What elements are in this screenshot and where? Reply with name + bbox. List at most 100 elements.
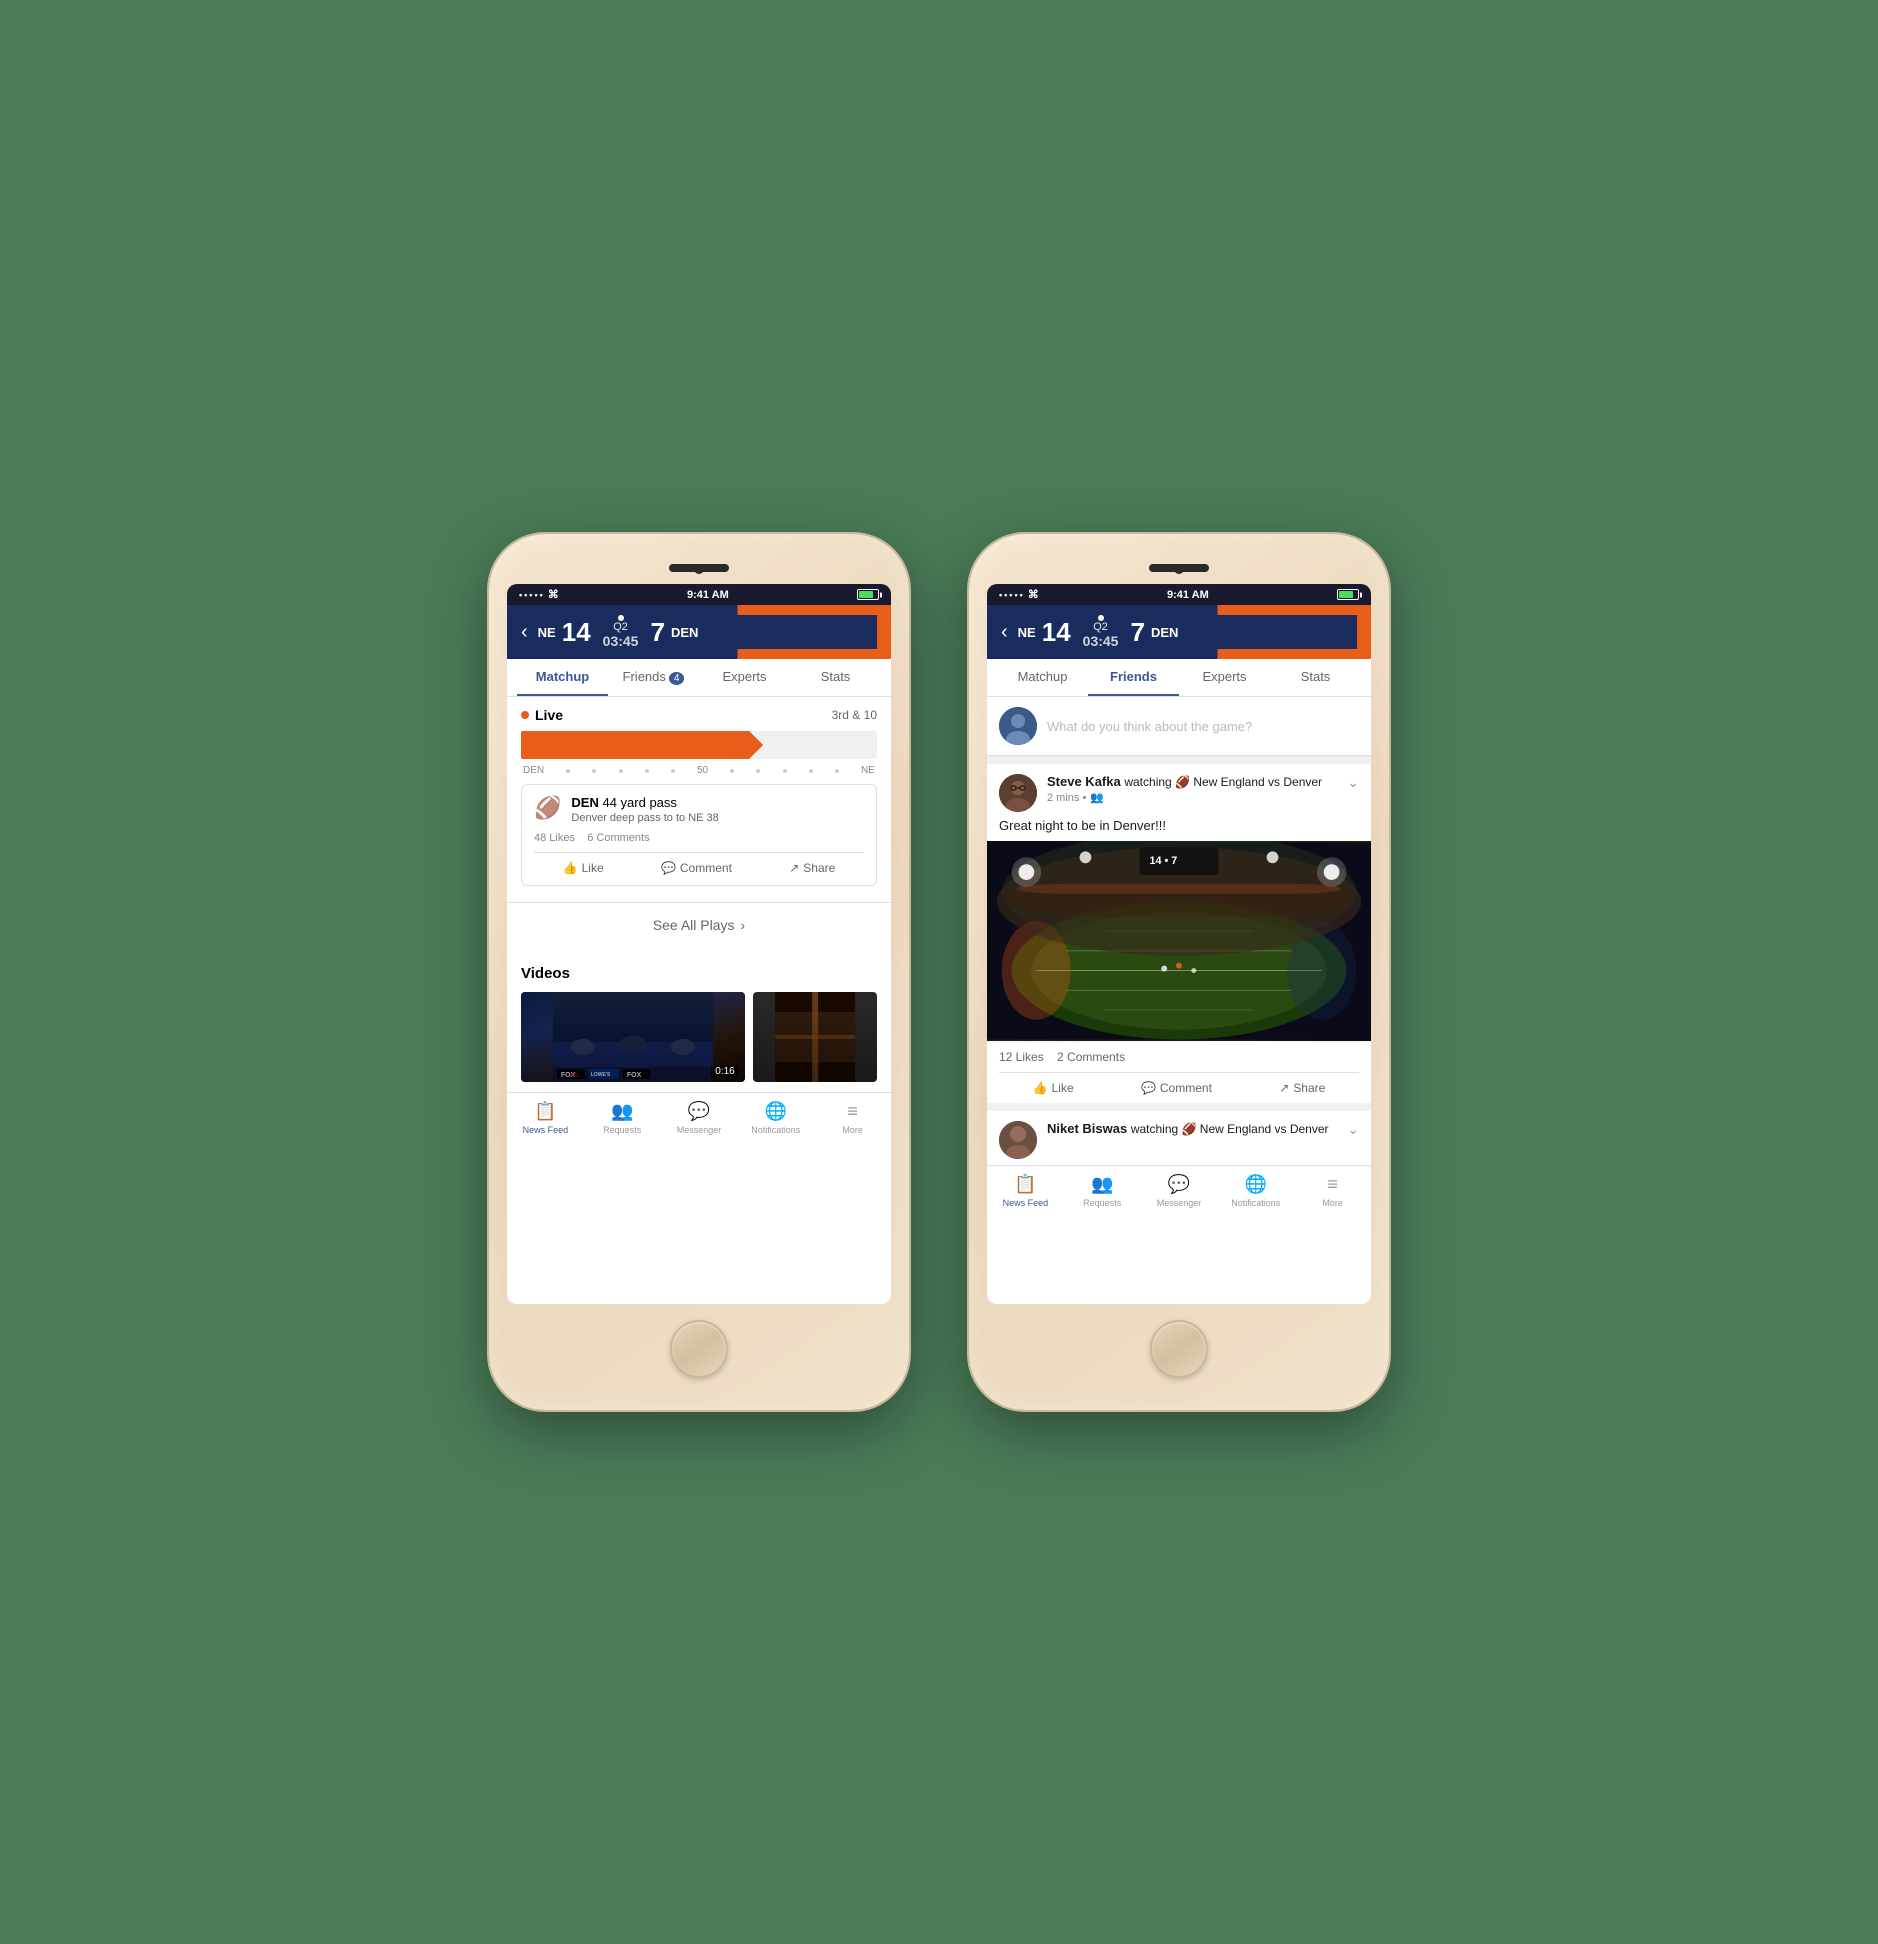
- left-nav-news-feed[interactable]: 📋 News Feed: [507, 1099, 584, 1137]
- left-live-label: Live: [521, 707, 563, 723]
- left-battery-area: [857, 589, 879, 600]
- left-progress-container: [521, 731, 877, 759]
- right-post-steve: Steve Kafka watching 🏈 New England vs De…: [987, 764, 1371, 1103]
- right-nav-more[interactable]: ≡ More: [1294, 1172, 1371, 1210]
- left-signal-area: ••••• ⌘: [519, 588, 559, 601]
- right-steve-image: 14 • 7: [987, 841, 1371, 1041]
- left-tabs: Matchup Friends4 Experts Stats: [507, 659, 891, 697]
- left-score-ne: 14: [562, 617, 591, 648]
- left-live-header: Live 3rd & 10: [521, 707, 877, 723]
- left-chevron-right-icon: ›: [741, 917, 746, 933]
- left-news-feed-icon: 📋: [534, 1101, 556, 1122]
- right-steve-share-button[interactable]: ↗ Share: [1279, 1081, 1325, 1095]
- left-tab-matchup[interactable]: Matchup: [517, 659, 608, 696]
- right-phone: ••••• ⌘ 9:41 AM ‹ NE 14: [969, 534, 1389, 1410]
- right-back-button[interactable]: ‹: [1001, 621, 1008, 644]
- left-phone-bottom: [507, 1304, 891, 1388]
- left-battery: [857, 589, 879, 600]
- left-back-button[interactable]: ‹: [521, 621, 528, 644]
- right-post-steve-header: Steve Kafka watching 🏈 New England vs De…: [987, 764, 1371, 818]
- left-nav-more[interactable]: ≡ More: [814, 1099, 891, 1137]
- right-battery-area: [1337, 589, 1359, 600]
- left-comment-button[interactable]: 💬 Comment: [661, 861, 732, 875]
- left-nav-notifications[interactable]: 🌐 Notifications: [737, 1099, 814, 1137]
- right-tab-friends[interactable]: Friends: [1088, 659, 1179, 696]
- right-steve-comment-button[interactable]: 💬 Comment: [1141, 1081, 1212, 1095]
- right-time: 9:41 AM: [1167, 589, 1209, 601]
- left-battery-fill: [859, 591, 873, 598]
- left-yard-markers: DEN 50 NE: [521, 765, 877, 776]
- left-videos-section: Videos: [507, 955, 891, 1092]
- left-notifications-label: Notifications: [751, 1125, 800, 1135]
- right-messenger-label: Messenger: [1157, 1198, 1202, 1208]
- left-tab-stats[interactable]: Stats: [790, 659, 881, 696]
- left-like-button[interactable]: 👍 Like: [563, 861, 604, 875]
- right-steve-actions: 👍 Like 💬 Comment ↗ Share: [999, 1072, 1359, 1095]
- left-score-left: NE 14 Q2 03:45 7 DEN: [538, 615, 877, 649]
- left-notifications-icon: 🌐: [765, 1101, 787, 1122]
- left-phone-top: [507, 556, 891, 584]
- right-requests-label: Requests: [1083, 1198, 1121, 1208]
- right-more-icon: ≡: [1327, 1174, 1338, 1195]
- right-notifications-label: Notifications: [1231, 1198, 1280, 1208]
- left-more-icon: ≡: [847, 1101, 858, 1122]
- right-nav-requests[interactable]: 👥 Requests: [1064, 1172, 1141, 1210]
- right-niket-avatar: [999, 1121, 1037, 1159]
- left-home-button[interactable]: [670, 1320, 728, 1378]
- right-nav-notifications[interactable]: 🌐 Notifications: [1217, 1172, 1294, 1210]
- left-news-feed-label: News Feed: [523, 1125, 569, 1135]
- left-requests-label: Requests: [603, 1125, 641, 1135]
- right-requests-icon: 👥: [1091, 1174, 1113, 1195]
- left-game-time: 03:45: [603, 633, 639, 649]
- right-phone-top: [987, 556, 1371, 584]
- right-signal-dots: •••••: [999, 590, 1025, 600]
- right-home-button[interactable]: [1150, 1320, 1208, 1378]
- right-steve-chevron-icon[interactable]: ⌄: [1347, 774, 1359, 791]
- right-niket-chevron-icon[interactable]: ⌄: [1347, 1121, 1359, 1138]
- right-wifi-icon: ⌘: [1028, 588, 1039, 601]
- right-bottom-nav: 📋 News Feed 👥 Requests 💬 Messenger 🌐 Not…: [987, 1165, 1371, 1216]
- right-steve-content: Great night to be in Denver!!!: [987, 818, 1371, 841]
- left-video-2[interactable]: [753, 992, 877, 1082]
- left-more-label: More: [842, 1125, 863, 1135]
- left-tab-friends[interactable]: Friends4: [608, 659, 699, 696]
- right-steve-footer: 12 Likes 2 Comments 👍 Like 💬: [987, 1041, 1371, 1103]
- right-tab-experts[interactable]: Experts: [1179, 659, 1270, 696]
- right-steve-meta: 2 mins 👥: [1047, 791, 1337, 804]
- right-team-ne: NE: [1018, 625, 1036, 640]
- left-video-1-duration: 0:16: [711, 1065, 738, 1078]
- right-news-feed-icon: 📋: [1014, 1174, 1036, 1195]
- left-tab-experts[interactable]: Experts: [699, 659, 790, 696]
- right-more-label: More: [1322, 1198, 1343, 1208]
- left-videos-title: Videos: [521, 965, 877, 982]
- left-see-all-plays[interactable]: See All Plays ›: [507, 902, 891, 947]
- left-share-button[interactable]: ↗ Share: [789, 861, 835, 875]
- left-speaker-area: [669, 564, 729, 572]
- right-tab-matchup[interactable]: Matchup: [997, 659, 1088, 696]
- right-steve-share-icon: ↗: [1279, 1081, 1289, 1095]
- right-steve-name: Steve Kafka watching 🏈 New England vs De…: [1047, 774, 1337, 789]
- right-niket-author: Niket Biswas watching 🏈 New England vs D…: [1047, 1121, 1337, 1136]
- left-play-actions: 👍 Like 💬 Comment ↗ Share: [534, 852, 864, 875]
- right-tab-stats[interactable]: Stats: [1270, 659, 1361, 696]
- left-nav-messenger[interactable]: 💬 Messenger: [661, 1099, 738, 1137]
- right-score-den: 7: [1130, 617, 1144, 648]
- left-play-card-header: 🏈 DEN 44 yard pass Denver deep pass to t…: [534, 795, 864, 824]
- right-steve-comment-icon: 💬: [1141, 1081, 1156, 1095]
- left-live-dot: [521, 711, 529, 719]
- right-speaker-area: [1149, 564, 1209, 572]
- right-comment-placeholder[interactable]: What do you think about the game?: [1047, 719, 1252, 734]
- right-steve-like-button[interactable]: 👍 Like: [1033, 1081, 1074, 1095]
- right-phone-frame: ••••• ⌘ 9:41 AM ‹ NE 14: [969, 534, 1389, 1410]
- right-battery-fill: [1339, 591, 1353, 598]
- right-score-left: NE 14 Q2 03:45 7 DEN: [1018, 615, 1357, 649]
- left-score-header: ‹ NE 14 Q2 03:45 7 DEN: [507, 605, 891, 659]
- left-time: 9:41 AM: [687, 589, 729, 601]
- left-yard-50: 50: [697, 765, 708, 776]
- right-nav-messenger[interactable]: 💬 Messenger: [1141, 1172, 1218, 1210]
- left-nav-requests[interactable]: 👥 Requests: [584, 1099, 661, 1137]
- left-video-1[interactable]: FOX NFL LOWE'S FOX: [521, 992, 745, 1082]
- left-play-stats: 48 Likes 6 Comments: [534, 832, 864, 844]
- right-comment-input-row: What do you think about the game?: [987, 697, 1371, 756]
- right-nav-news-feed[interactable]: 📋 News Feed: [987, 1172, 1064, 1210]
